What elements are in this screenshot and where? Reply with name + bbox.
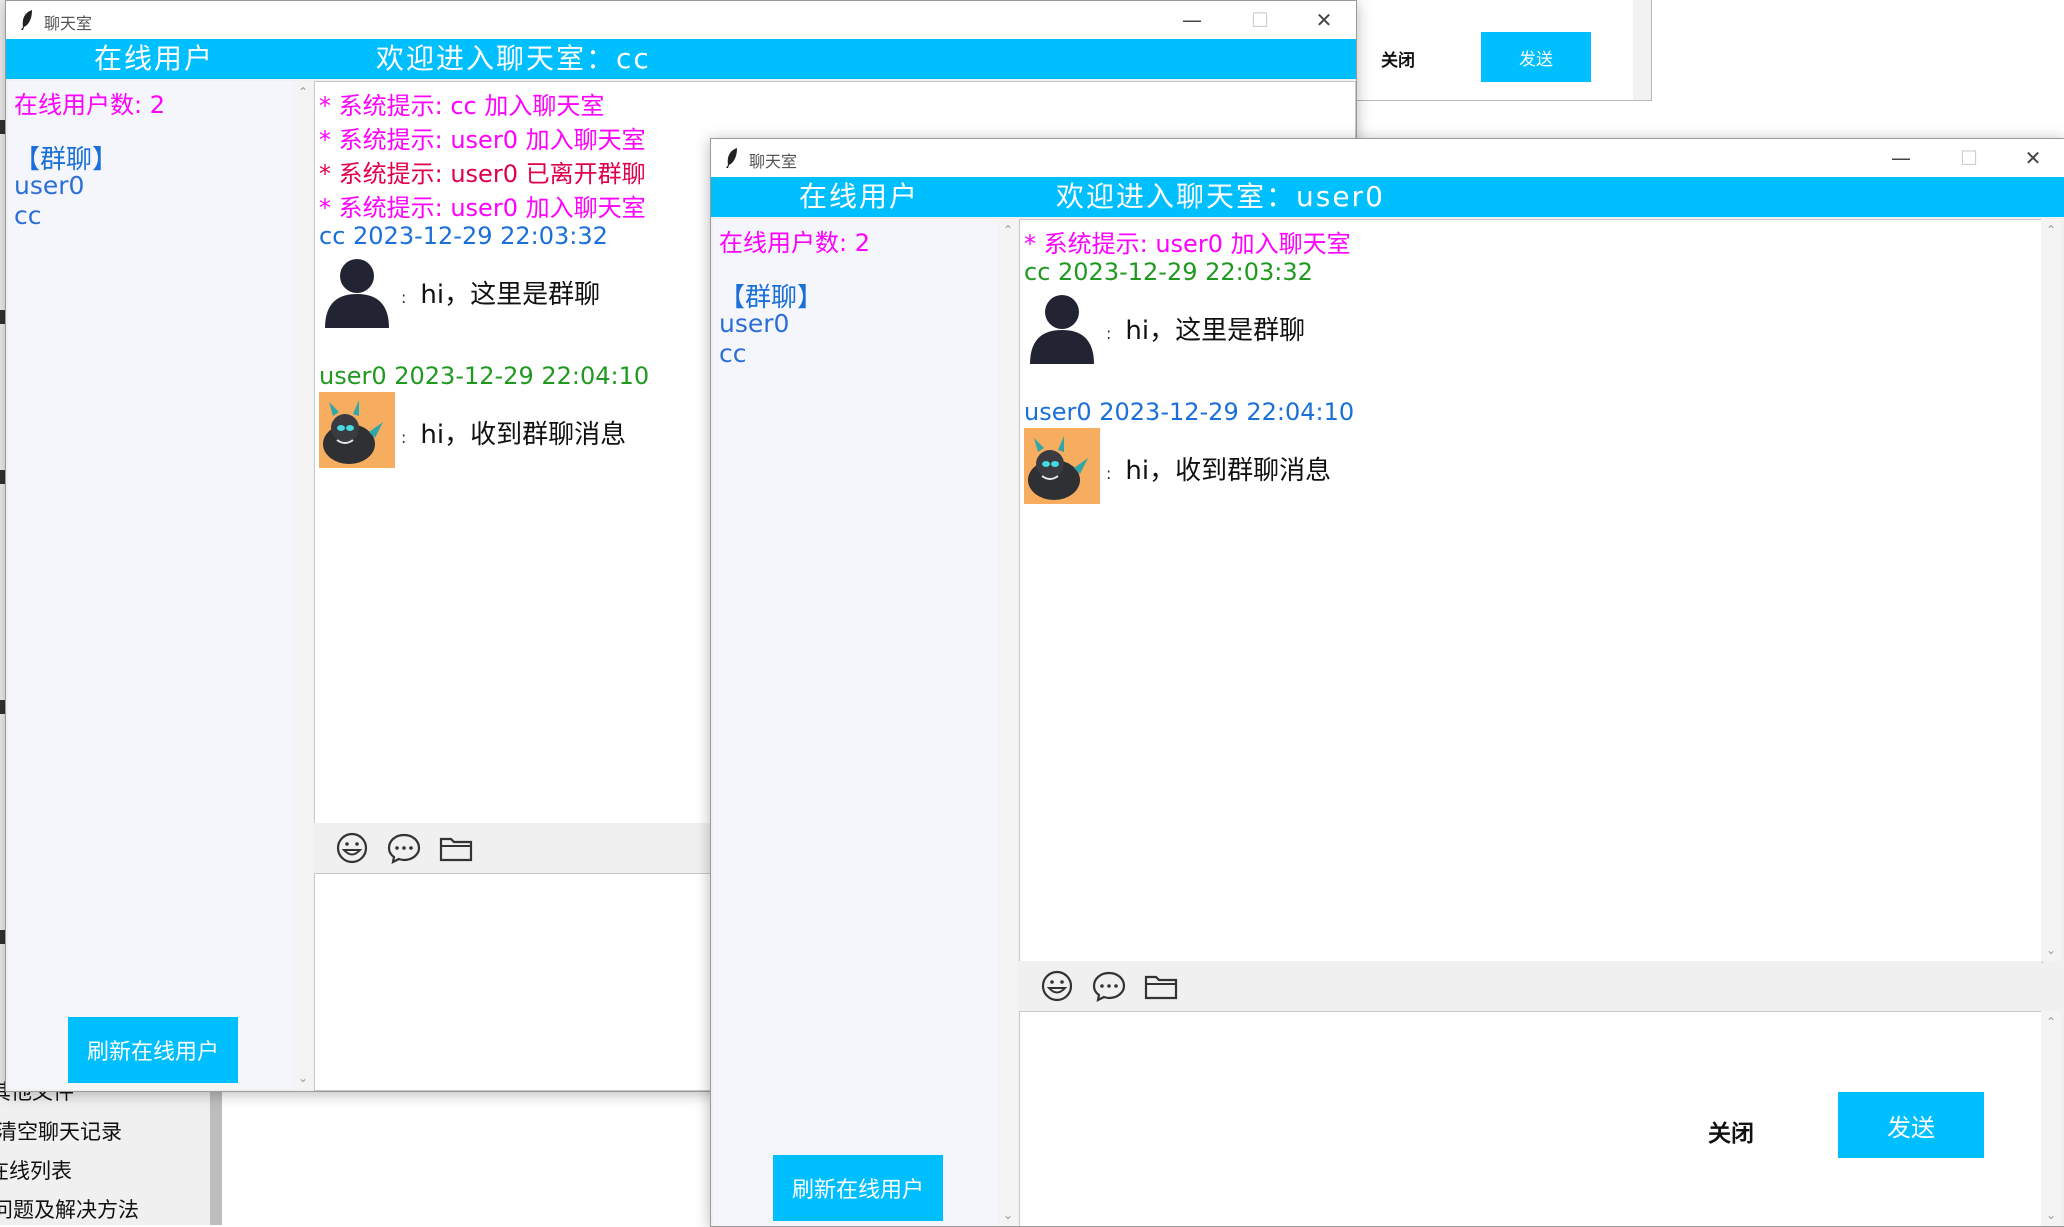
maximize-icon[interactable]: ☐ [1941,143,1997,173]
welcome-heading: 欢迎进入聊天室：user0 [1056,180,1385,213]
message-meta: user0 2023-12-29 22:04:10 [319,362,650,390]
message-meta: user0 2023-12-29 22:04:10 [1024,398,1355,426]
welcome-heading: 欢迎进入聊天室：cc [376,42,651,75]
avatar-silhouette [325,259,389,328]
minimize-icon[interactable]: — [1164,5,1220,35]
chevron-up-icon[interactable]: ⌃ [998,223,1018,237]
maximize-icon[interactable]: ☐ [1232,5,1288,35]
close-icon[interactable]: ✕ [2005,143,2061,173]
user-item[interactable]: cc [719,339,747,368]
chat-window-user0: 聊天室 — ☐ ✕ 在线用户 欢迎进入聊天室：user0 在线用户数: 2 【群… [710,138,2064,1227]
folder-icon[interactable] [1141,966,1181,1006]
header-bar: 在线用户 欢迎进入聊天室：cc [6,39,1356,79]
send-button[interactable]: 发送 [1838,1092,1984,1158]
history-scrollbar[interactable]: ⌃ ⌄ [2041,219,2061,961]
window-title: 聊天室 [749,152,798,171]
system-message: * 系统提示: cc 加入聊天室 [319,92,605,120]
title-bar[interactable]: 聊天室 — ☐ ✕ [711,139,2064,177]
user-list-scrollbar[interactable]: ⌃ ⌄ [998,219,1018,1226]
chevron-up-icon[interactable]: ⌃ [2041,1015,2061,1029]
refresh-users-button[interactable]: 刷新在线用户 [773,1155,943,1221]
online-count: 在线用户数: 2 [14,91,165,119]
chat-bubble-icon[interactable] [1089,966,1129,1006]
menu-item-clear-history[interactable]: 清空聊天记录 [0,1116,122,1146]
avatar-cartoon-dragon [1024,428,1100,504]
message-text: : hi，这里是群聊 [401,280,601,310]
chevron-down-icon[interactable]: ⌄ [998,1208,1018,1222]
message-text: : hi，这里是群聊 [1106,316,1306,346]
chat-bubble-icon[interactable] [384,828,424,868]
minimize-icon[interactable]: — [1873,143,1929,173]
background-chat-window: 关闭 发送 [1350,0,1652,101]
message-input[interactable]: 关闭 发送 [1019,1011,2043,1226]
user-item[interactable]: user0 [14,171,84,200]
user-list-scrollbar[interactable]: ⌃ ⌄ [293,81,313,1089]
message-text: : hi，收到群聊消息 [1106,456,1332,486]
online-users-heading: 在线用户 [94,42,215,75]
menu-item-faq[interactable]: 问题及解决方法 [0,1194,139,1224]
online-users-pane: 在线用户数: 2 【群聊】 user0 cc 刷新在线用户 [713,219,998,1226]
title-bar[interactable]: 聊天室 — ☐ ✕ [6,1,1356,39]
message-meta: cc 2023-12-29 22:03:32 [319,222,608,250]
chevron-up-icon[interactable]: ⌃ [293,85,313,99]
chevron-down-icon[interactable]: ⌄ [293,1071,313,1085]
close-button[interactable]: 关闭 [1381,46,1415,71]
scrollbar[interactable] [1633,0,1651,100]
folder-icon[interactable] [436,828,476,868]
close-button[interactable]: 关闭 [1708,1114,1754,1148]
emoji-icon[interactable] [332,828,372,868]
chevron-up-icon[interactable]: ⌃ [2041,223,2061,237]
online-users-heading: 在线用户 [799,180,920,213]
avatar-silhouette [1030,295,1094,364]
feather-icon [20,9,34,36]
chevron-down-icon[interactable]: ⌄ [2041,943,2061,957]
header-bar: 在线用户 欢迎进入聊天室：user0 [711,177,2064,217]
send-button[interactable]: 发送 [1481,32,1591,82]
system-message: * 系统提示: user0 已离开群聊 [319,160,646,188]
user-item[interactable]: user0 [719,309,789,338]
system-message: * 系统提示: user0 加入聊天室 [319,194,646,222]
chevron-down-icon[interactable]: ⌄ [2041,1208,2061,1222]
message-toolbar [1019,961,2041,1011]
message-meta: cc 2023-12-29 22:03:32 [1024,258,1313,286]
message-history[interactable]: * 系统提示: user0 加入聊天室 cc 2023-12-29 22:03:… [1019,219,2043,963]
window-title: 聊天室 [44,14,93,33]
online-count: 在线用户数: 2 [719,229,870,257]
menu-item-online-list[interactable]: 在线列表 [0,1155,72,1185]
system-message: * 系统提示: user0 加入聊天室 [319,126,646,154]
avatar-cartoon-dragon [319,392,395,468]
user-item[interactable]: cc [14,201,42,230]
input-scrollbar[interactable]: ⌃ ⌄ [2041,1011,2061,1226]
online-users-pane: 在线用户数: 2 【群聊】 user0 cc 刷新在线用户 [8,81,293,1089]
message-text: : hi，收到群聊消息 [401,420,627,450]
system-message: * 系统提示: user0 加入聊天室 [1024,230,1351,258]
close-icon[interactable]: ✕ [1296,5,1352,35]
emoji-icon[interactable] [1037,966,1077,1006]
refresh-users-button[interactable]: 刷新在线用户 [68,1017,238,1083]
feather-icon [725,147,739,174]
